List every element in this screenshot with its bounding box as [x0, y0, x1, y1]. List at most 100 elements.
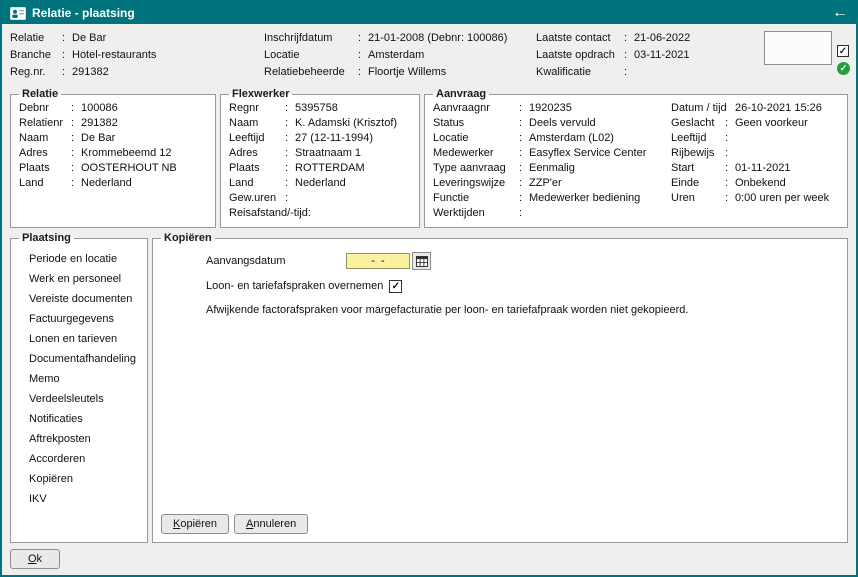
annuleren-button[interactable]: Annuleren — [234, 514, 309, 534]
aanvangsdatum-input[interactable] — [346, 253, 410, 269]
header-right: ✓ ✓ — [764, 30, 850, 84]
field-row: Land : Nederland — [19, 176, 209, 191]
plaatsing-item-aftrekposten[interactable]: Aftrekposten — [29, 429, 141, 449]
kopieren-button[interactable]: Kopiëren — [161, 514, 230, 534]
plaatsing-item-memo[interactable]: Memo — [29, 369, 141, 389]
field-row: Functie : Medewerker bediening — [433, 191, 671, 206]
field-row: Regnr : 5395758 — [229, 101, 413, 116]
plaatsing-item-notificaties[interactable]: Notificaties — [29, 409, 141, 429]
field-label: Rijbewijs — [671, 147, 715, 159]
field-value: 291382 — [81, 117, 118, 129]
overnemen-row: Loon- en tariefafspraken overnemen ✓ — [206, 278, 841, 294]
field-value: ZZP'er — [529, 177, 562, 189]
button-accesskey: O — [27, 553, 37, 565]
header-field: Locatie : Amsterdam — [264, 47, 536, 64]
footer: Ok — [2, 543, 856, 575]
field-label: Laatste contact — [536, 32, 611, 44]
plaatsing-item-documentafhandeling[interactable]: Documentafhandeling — [29, 349, 141, 369]
header-field: Reg.nr. : 291382 — [10, 64, 264, 81]
plaatsing-item-vereiste-documenten[interactable]: Vereiste documenten — [29, 289, 141, 309]
colon: : — [519, 147, 523, 159]
header-field: Relatie : De Bar — [10, 30, 264, 47]
aanvraag-right-column: Datum / tijd 26-10-2021 15:26 Geslacht :… — [671, 101, 841, 221]
plaatsing-item-accorderen[interactable]: Accorderen — [29, 449, 141, 469]
button-label: nnuleren — [253, 518, 297, 530]
colon: : — [62, 49, 66, 61]
field-label: Medewerker — [433, 147, 494, 159]
colon: : — [71, 132, 75, 144]
field-value: 26-10-2021 15:26 — [735, 102, 822, 114]
header-field: Branche : Hotel-restaurants — [10, 47, 264, 64]
field-value: Amsterdam — [368, 49, 425, 61]
field-value: 0:00 uren per week — [735, 192, 830, 204]
loon-tariefafspraken-checkbox[interactable]: ✓ — [389, 279, 403, 293]
aanvraag-fieldset: Aanvraag Aanvraagnr : 1920235 Status : D… — [424, 88, 848, 228]
field-label: Leveringswijze — [433, 177, 506, 189]
colon: : — [725, 177, 729, 189]
colon: : — [519, 162, 523, 174]
checked-checkbox-icon[interactable]: ✓ — [837, 45, 849, 57]
field-label: Naam — [19, 132, 49, 144]
colon: : — [285, 162, 289, 174]
colon: : — [62, 32, 66, 44]
field-label: Geslacht — [671, 117, 715, 129]
colon: : — [62, 66, 66, 78]
field-label: Status — [433, 117, 465, 129]
field-value: 03-11-2021 — [634, 49, 690, 61]
colon: : — [725, 192, 729, 204]
header-summary: Relatie : De Bar Branche : Hotel-restaur… — [2, 24, 856, 88]
field-row: Naam : K. Adamski (Krisztof) — [229, 116, 413, 131]
calendar-button[interactable] — [412, 252, 431, 270]
field-label: Kwalificatie — [536, 66, 592, 78]
colon: : — [285, 132, 289, 144]
overnemen-label: Loon- en tariefafspraken overnemen — [206, 280, 384, 292]
field-row: Geslacht : Geen voorkeur — [671, 116, 841, 131]
field-label: Adres — [229, 147, 258, 159]
back-arrow-icon[interactable]: ← — [832, 5, 848, 21]
field-label: Branche — [10, 49, 51, 61]
bottom-section: Plaatsing Periode en locatie Werk en per… — [2, 228, 856, 543]
field-row: Plaats : OOSTERHOUT NB — [19, 161, 209, 176]
field-label: Functie — [433, 192, 470, 204]
field-value: Hotel-restaurants — [72, 49, 157, 61]
field-label: Einde — [671, 177, 700, 189]
header-field: Laatste opdrach : 03-11-2021 — [536, 47, 764, 64]
relatie-plaatsing-window: Relatie - plaatsing ← Relatie : De Bar B… — [0, 0, 858, 577]
plaatsing-item-ikv[interactable]: IKV — [29, 489, 141, 509]
field-label: Uren — [671, 192, 695, 204]
field-value: Geen voorkeur — [735, 117, 808, 129]
header-col-inschrijving: Inschrijfdatum : 21-01-2008 (Debnr: 1000… — [264, 30, 536, 84]
plaatsing-item-kopieren[interactable]: Kopiëren — [29, 469, 141, 489]
ok-button[interactable]: Ok — [10, 549, 60, 569]
plaatsing-item-periode-en-locatie[interactable]: Periode en locatie — [29, 249, 141, 269]
field-label: Locatie — [264, 49, 300, 61]
field-label: Naam — [229, 117, 259, 129]
field-value: Straatnaam 1 — [295, 147, 362, 159]
colon: : — [358, 66, 362, 78]
field-label: Leeftijd — [229, 132, 265, 144]
field-label: Start — [671, 162, 695, 174]
plaatsing-item-factuurgegevens[interactable]: Factuurgegevens — [29, 309, 141, 329]
field-value: 1920235 — [529, 102, 572, 114]
title-bar: Relatie - plaatsing ← — [2, 2, 856, 24]
field-value: K. Adamski (Krisztof) — [295, 117, 398, 129]
colon: : — [71, 147, 75, 159]
colon: : — [725, 162, 729, 174]
green-check-icon: ✓ — [837, 62, 850, 75]
field-row: Type aanvraag : Eenmalig — [433, 161, 671, 176]
field-label: Reisafstand/-tijd: — [229, 207, 311, 219]
colon: : — [725, 132, 729, 144]
field-label: Leeftijd — [671, 132, 707, 144]
colon: : — [285, 147, 289, 159]
photo-placeholder — [764, 31, 832, 65]
calendar-icon — [415, 255, 428, 267]
plaatsing-item-werk-en-personeel[interactable]: Werk en personeel — [29, 269, 141, 289]
colon: : — [519, 192, 523, 204]
field-label: Datum / tijd — [671, 102, 727, 114]
kopieren-legend: Kopiëren — [164, 232, 212, 244]
field-value: De Bar — [81, 132, 116, 144]
field-row: Uren : 0:00 uren per week — [671, 191, 841, 206]
plaatsing-item-verdeelsleutels[interactable]: Verdeelsleutels — [29, 389, 141, 409]
relatie-legend: Relatie — [22, 88, 59, 100]
plaatsing-item-lonen-en-tarieven[interactable]: Lonen en tarieven — [29, 329, 141, 349]
